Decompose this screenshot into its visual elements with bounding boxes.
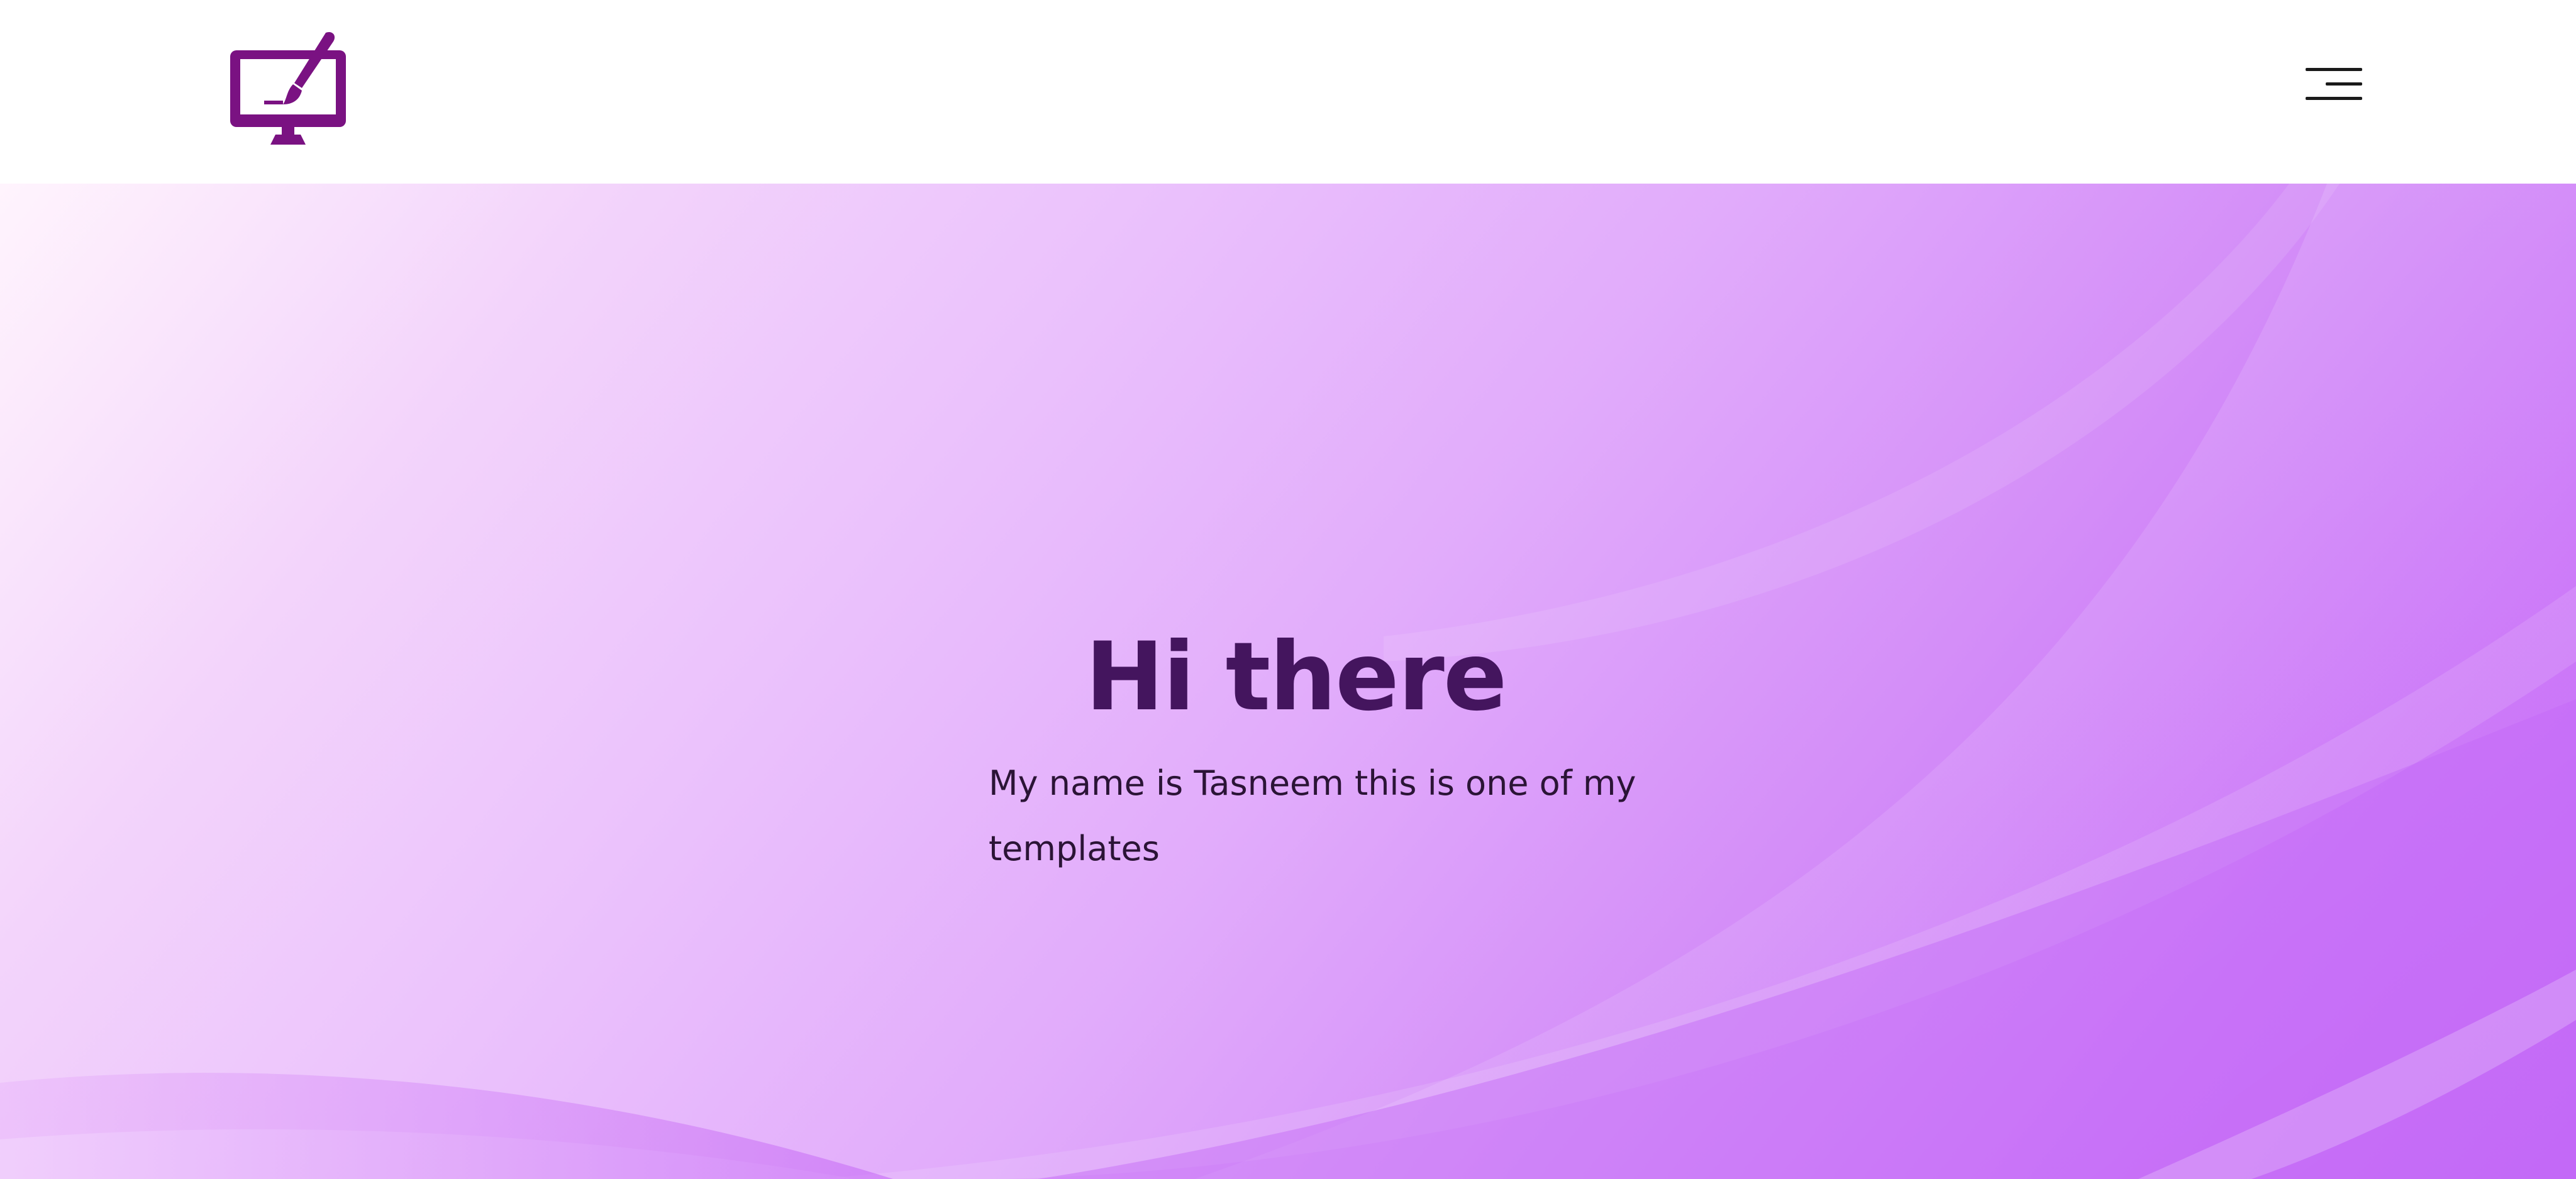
- hero-title: Hi there: [1085, 623, 1507, 732]
- menu-bar-middle: [2326, 82, 2362, 86]
- menu-bar-top: [2306, 68, 2362, 71]
- menu-toggle-button[interactable]: [2301, 64, 2363, 104]
- menu-bar-bottom: [2306, 97, 2362, 100]
- page: Hi there My name is Tasneem this is one …: [0, 0, 2576, 1179]
- hero-section: Hi there My name is Tasneem this is one …: [0, 184, 2576, 1179]
- monitor-paintbrush-icon: [230, 31, 346, 145]
- logo[interactable]: [226, 30, 350, 147]
- hero-subtitle: My name is Tasneem this is one of my tem…: [989, 763, 1636, 868]
- site-header: [0, 0, 2576, 184]
